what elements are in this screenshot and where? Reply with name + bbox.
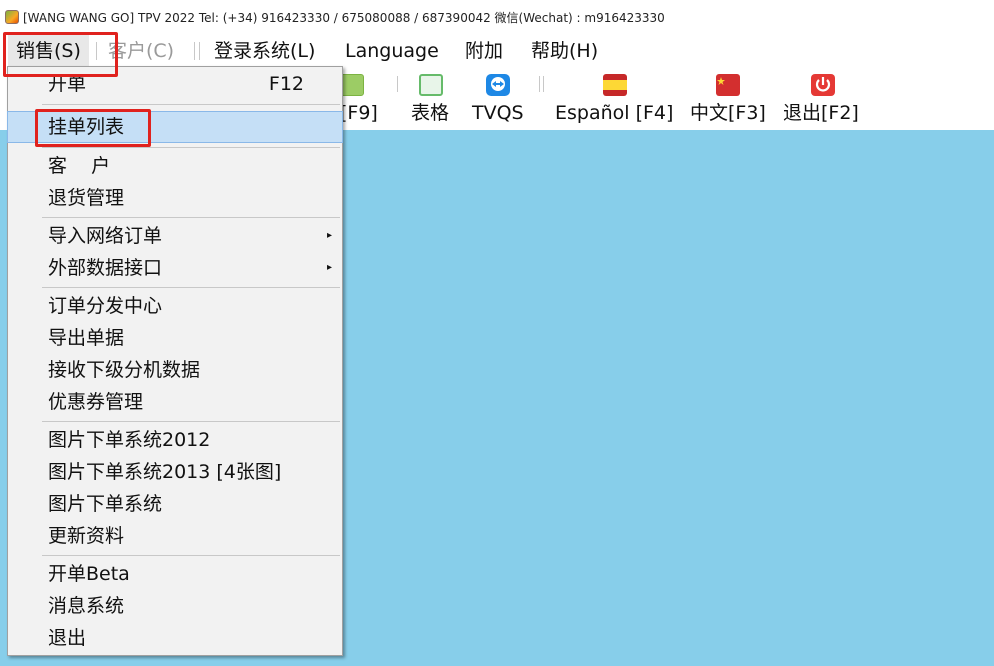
submenu-arrow-icon: ▸ [326,230,332,241]
table-icon [419,74,443,96]
list-icon [340,74,364,96]
menu-item-label: 外部数据接口 [48,257,163,279]
toolbar-label: [F9] [340,102,378,124]
menu-item-export-docs[interactable]: 导出单据 [8,323,342,353]
toolbar-separator [539,76,540,92]
menu-item-label: 导出单据 [48,327,125,349]
menu-item-label: 消息系统 [48,595,125,617]
menu-divider [42,421,340,422]
menu-item-label: 优惠券管理 [48,391,144,413]
app-icon [5,10,19,24]
power-icon [811,74,835,96]
menu-item-label: 退出 [48,627,87,649]
menu-item-open-order-beta[interactable]: 开单Beta [8,559,342,589]
menu-item-pic-order[interactable]: 图片下单系统 [8,489,342,519]
menu-item-label: 订单分发中心 [48,295,163,317]
menu-item-pic-order-2012[interactable]: 图片下单系统2012 [8,425,342,455]
window-title: [WANG WANG GO] TPV 2022 Tel: (+34) 91642… [23,10,665,25]
menu-bar: 销售(S) 客户(C) 登录系统(L) Language 附加 帮助(H) [0,34,994,68]
menu-addon[interactable]: 附加 [465,34,503,68]
menu-divider [42,147,340,148]
menu-language[interactable]: Language [345,34,439,68]
toolbar-button-espanol[interactable]: Español [F4] [555,68,680,130]
toolbar-label: 中文[F3] [690,102,766,124]
menu-item-update-data[interactable]: 更新资料 [8,521,342,551]
menu-item-label: 接收下级分机数据 [48,359,201,381]
toolbar-separator [543,76,544,92]
menu-item-label: 图片下单系统2013 [4张图] [48,461,282,483]
toolbar-button-f9[interactable]: [F9] [336,68,386,130]
menu-item-coupons[interactable]: 优惠券管理 [8,387,342,417]
menu-item-import-online-orders[interactable]: 导入网络订单 ▸ [8,221,342,251]
toolbar-button-exit[interactable]: 退出[F2] [783,68,863,130]
menu-item-external-api[interactable]: 外部数据接口 ▸ [8,253,342,283]
menu-item-shortcut: F12 [268,73,304,95]
menu-item-label: 图片下单系统2012 [48,429,211,451]
menu-item-label: 开单Beta [48,563,130,585]
toolbar-label: 退出[F2] [783,102,859,124]
china-flag-icon [716,74,740,96]
menu-item-label: 导入网络订单 [48,225,163,247]
title-bar: [WANG WANG GO] TPV 2022 Tel: (+34) 91642… [0,0,994,34]
teamviewer-icon [486,74,510,96]
menu-item-label: 客 户 [48,155,111,177]
menu-login[interactable]: 登录系统(L) [214,34,315,68]
menu-separator [194,42,195,60]
menu-divider [42,104,340,105]
menu-item-customer[interactable]: 客 户 [8,151,342,181]
spain-flag-icon [603,74,627,96]
menu-item-label: 图片下单系统 [48,493,163,515]
highlight-box-sales-menu [3,32,118,77]
toolbar-label: 表格 [411,102,450,124]
menu-divider [42,287,340,288]
menu-item-messages[interactable]: 消息系统 [8,591,342,621]
menu-item-label: 更新资料 [48,525,125,547]
toolbar-label: TVQS [472,102,524,124]
menu-separator [199,42,200,60]
sales-dropdown-menu: 开单 F12 挂单列表 客 户 退货管理 导入网络订单 ▸ 外部数据接口 ▸ 订… [7,66,343,656]
toolbar-button-chinese[interactable]: 中文[F3] [690,68,770,130]
toolbar-button-table[interactable]: 表格 [408,68,454,130]
highlight-box-pending-list [35,109,151,147]
toolbar-button-tvqs[interactable]: TVQS [472,68,528,130]
menu-item-dispatch-center[interactable]: 订单分发中心 [8,291,342,321]
menu-divider [42,217,340,218]
toolbar-label: Español [F4] [555,102,674,124]
menu-item-label: 退货管理 [48,187,125,209]
submenu-arrow-icon: ▸ [326,262,332,273]
menu-item-returns[interactable]: 退货管理 [8,183,342,213]
menu-item-pic-order-2013[interactable]: 图片下单系统2013 [4张图] [8,457,342,487]
menu-help[interactable]: 帮助(H) [531,34,598,68]
menu-item-receive-sub-data[interactable]: 接收下级分机数据 [8,355,342,385]
menu-divider [42,555,340,556]
menu-item-exit[interactable]: 退出 [8,623,342,653]
toolbar-separator [397,76,398,92]
